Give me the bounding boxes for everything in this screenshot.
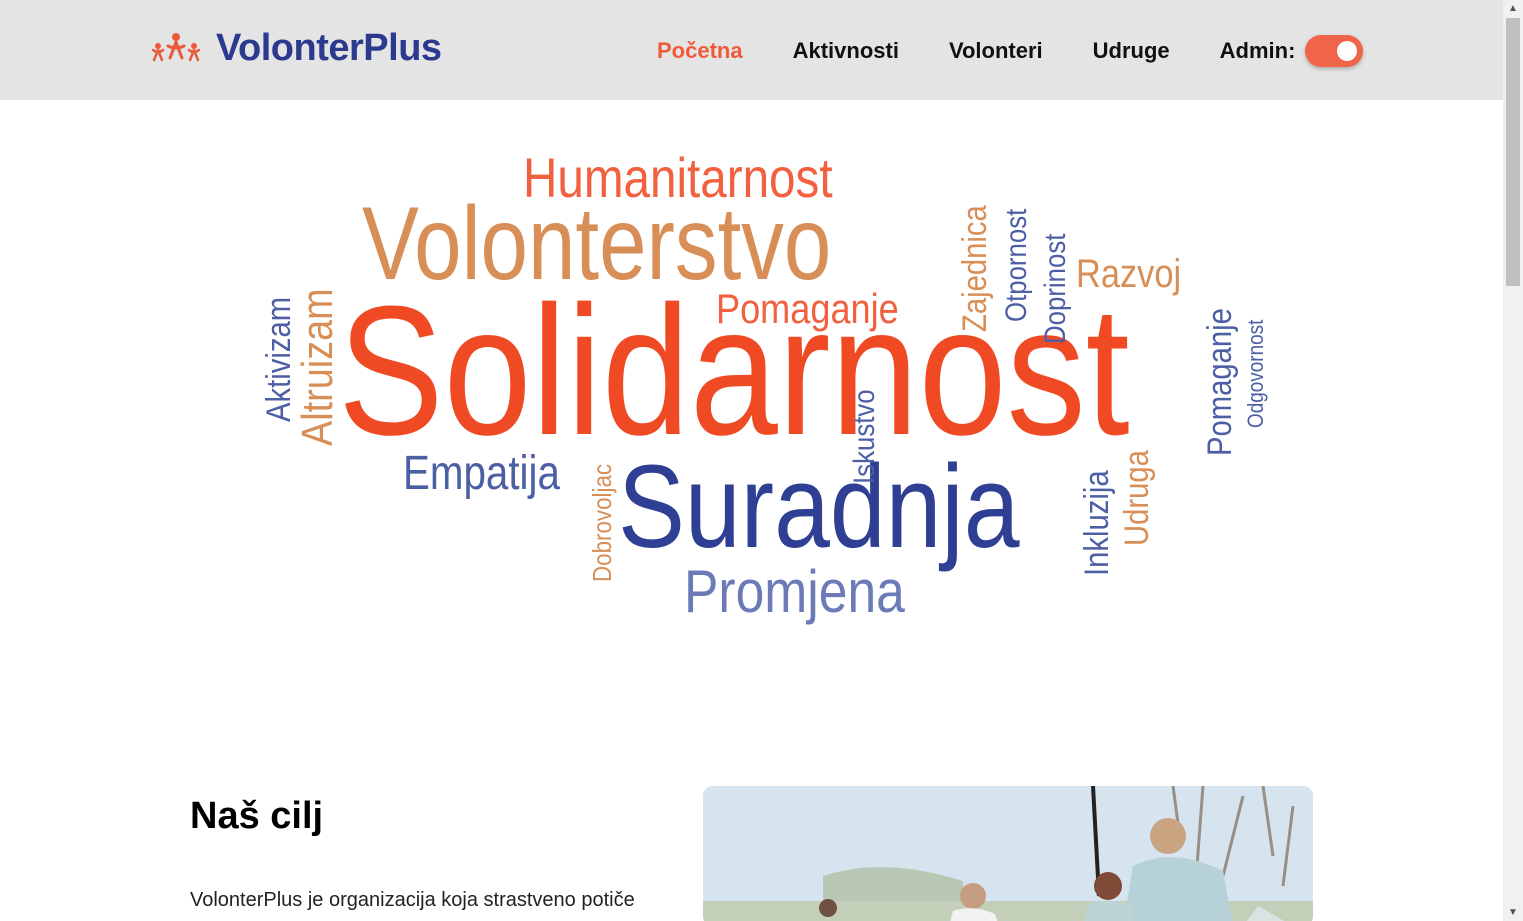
word-zajednica: Zajednica [956,205,994,332]
word-pomaganje: Pomaganje [716,285,899,332]
admin-toggle[interactable] [1305,35,1364,67]
main-nav: Početna Aktivnosti Volonteri Udruge Admi… [657,35,1364,67]
word-dobrovoljac: Dobrovoljac [587,463,617,582]
admin-control: Admin: [1220,35,1364,67]
word-doprinost: Doprinost [1039,233,1072,344]
scroll-up-arrow-icon[interactable]: ▲ [1503,0,1523,17]
word-udruga: Udruga [1118,450,1156,546]
word-pomaganje-2: Pomaganje [1201,308,1239,456]
volunteers-photo [703,786,1313,921]
word-aktivizam: Aktivizam [260,296,298,422]
word-odgovornost: Odgovornost [1243,319,1268,428]
three-people-icon [151,33,201,62]
page: VolonterPlus Početna Aktivnosti Volonter… [0,0,1503,921]
word-iskustvo: Iskustvo [848,389,881,484]
word-promjena: Promjena [684,558,905,625]
word-suradnja: Suradnja [618,441,1020,573]
word-altruizam: Altruizam [293,288,342,446]
word-otpornost: Otpornost [1000,208,1033,322]
section-title: Naš cilj [190,795,324,837]
admin-label: Admin: [1219,38,1296,63]
brand-name: VolonterPlus [216,26,442,69]
scroll-down-arrow-icon[interactable]: ▼ [1503,904,1523,921]
scroll-thumb[interactable] [1506,18,1520,286]
volunteers-illustration [703,786,1313,921]
word-razvoj: Razvoj [1076,252,1182,296]
word-inkluzija: Inkluzija [1078,470,1116,576]
word-cloud: Humanitarnost Volonterstvo Solidarnost S… [0,100,1503,660]
vertical-scrollbar[interactable]: ▲ ▼ [1503,0,1523,921]
nav-item-pocetna[interactable]: Početna [657,38,743,64]
toggle-knob [1337,41,1358,61]
section-text: VolonterPlus je organizacija koja strast… [190,889,635,911]
nav-item-aktivnosti[interactable]: Aktivnosti [793,38,899,64]
header: VolonterPlus Početna Aktivnosti Volonter… [0,0,1503,100]
word-empatija: Empatija [403,447,560,500]
nav-item-udruge[interactable]: Udruge [1093,38,1170,64]
nav-item-volonteri[interactable]: Volonteri [949,38,1043,64]
brand-logo[interactable]: VolonterPlus [150,24,442,72]
